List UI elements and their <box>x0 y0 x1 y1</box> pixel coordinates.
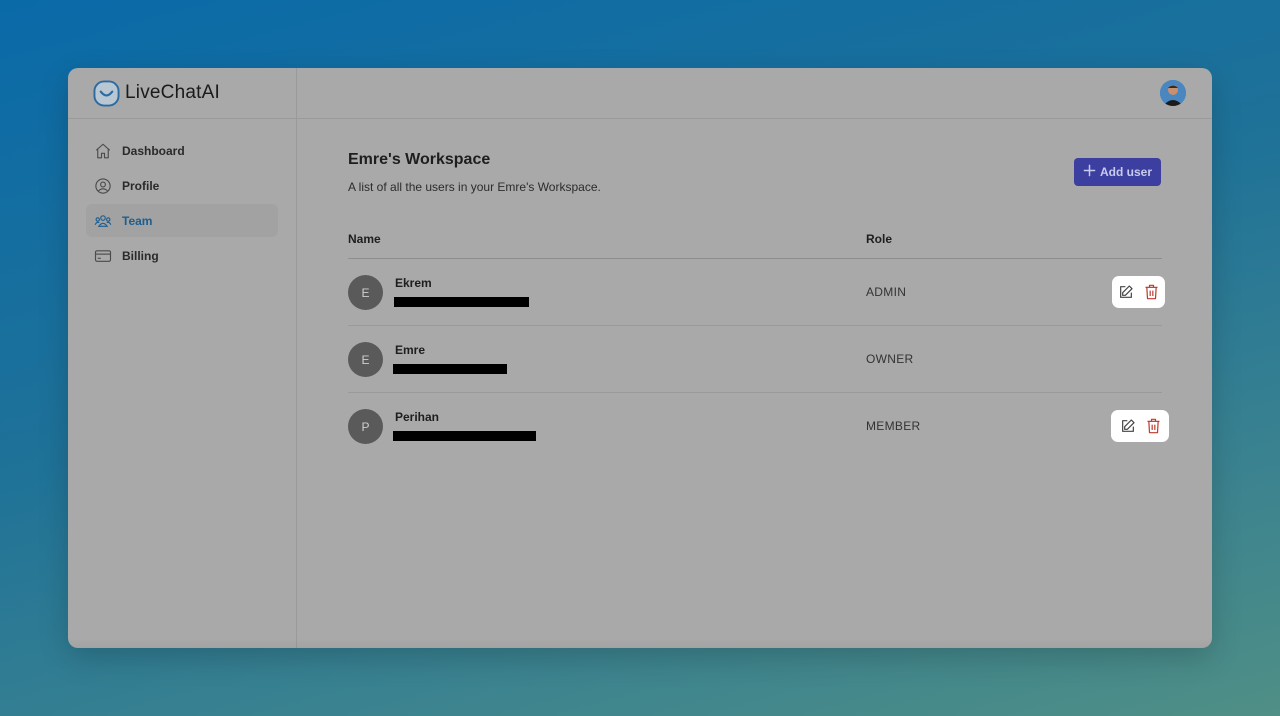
column-header-name: Name <box>348 232 381 246</box>
user-name: Ekrem <box>395 276 432 290</box>
table-row: E Emre OWNER <box>348 326 1162 393</box>
user-initial-avatar: E <box>348 275 383 310</box>
table-row: P Perihan MEMBER <box>348 393 1169 460</box>
sidebar-item-dashboard[interactable]: Dashboard <box>86 134 278 167</box>
redacted-email <box>393 364 507 374</box>
edit-icon[interactable] <box>1118 284 1134 300</box>
sidebar-item-label: Profile <box>122 178 160 193</box>
user-role: MEMBER <box>866 419 921 433</box>
user-circle-icon <box>94 177 112 195</box>
brand-name: LiveChatAI <box>125 82 220 103</box>
add-user-button[interactable]: Add user <box>1074 158 1161 186</box>
sidebar-item-label: Team <box>122 213 153 228</box>
avatar-icon <box>1160 80 1186 106</box>
add-user-label: Add user <box>1099 165 1152 179</box>
sidebar-item-label: Dashboard <box>122 143 185 158</box>
brand[interactable]: LiveChatAI <box>68 68 296 119</box>
edit-icon[interactable] <box>1120 418 1136 434</box>
user-role: OWNER <box>866 352 914 366</box>
trash-icon[interactable] <box>1144 284 1159 300</box>
user-name: Perihan <box>395 410 440 424</box>
page-subtitle: A list of all the users in your Emre's W… <box>348 180 601 194</box>
redacted-email <box>394 297 529 307</box>
sidebar-item-label: Billing <box>122 248 159 263</box>
trash-icon[interactable] <box>1146 418 1161 434</box>
row-actions <box>1112 276 1165 308</box>
table-row: E Ekrem ADMIN <box>348 259 1165 326</box>
user-name: Emre <box>395 343 426 357</box>
plus-icon <box>1083 164 1096 180</box>
user-avatar[interactable] <box>1160 80 1186 106</box>
user-initial-avatar: P <box>348 409 383 444</box>
row-actions <box>1111 410 1169 442</box>
redacted-email <box>393 431 536 441</box>
sidebar-item-billing[interactable]: Billing <box>86 239 278 272</box>
sidebar-nav: Dashboard Profile Team Billing <box>68 119 296 272</box>
sidebar: LiveChatAI Dashboard Profile Team Billin… <box>68 68 297 648</box>
column-header-role: Role <box>866 232 893 246</box>
page-title: Emre's Workspace <box>348 151 491 168</box>
home-icon <box>94 142 112 160</box>
user-role: ADMIN <box>866 285 907 299</box>
bottom-shade <box>68 638 1212 648</box>
user-initial-avatar: E <box>348 342 383 377</box>
top-bar <box>297 68 1212 119</box>
livechatai-logo-icon <box>93 79 120 107</box>
users-icon <box>94 212 112 230</box>
sidebar-item-team[interactable]: Team <box>86 204 278 237</box>
app-window: LiveChatAI Dashboard Profile Team Billin… <box>68 68 1212 648</box>
credit-card-icon <box>94 247 112 265</box>
sidebar-item-profile[interactable]: Profile <box>86 169 278 202</box>
